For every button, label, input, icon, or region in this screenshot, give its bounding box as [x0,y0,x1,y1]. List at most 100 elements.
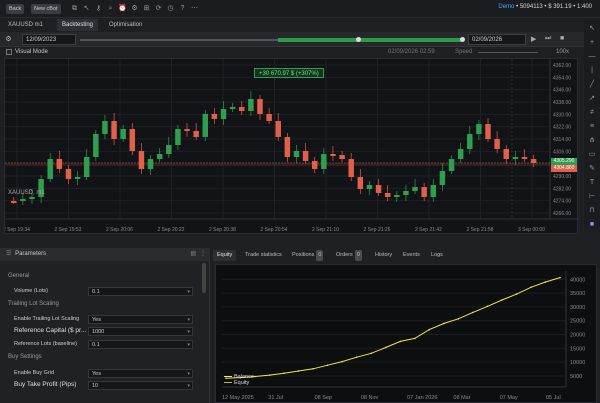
top-toolbar: Back New cBot ⧉ ↖ ⚷ ⌕ ⏰ ⚙ ⊞ ⟳ ◷ ? ⋯ Demo… [0,0,600,18]
tab-logs[interactable]: Logs [427,250,447,261]
pointer-icon[interactable]: ↖ [82,4,91,13]
candle [412,187,418,191]
tab-orders[interactable]: Orders 0 [332,250,366,261]
param-buy-take-profit-input[interactable]: 10 ▾ [88,381,193,390]
candle [83,157,90,177]
zoom-label: 100x [556,49,570,55]
key-icon[interactable]: ⚷ [94,4,103,13]
tab-optimisation[interactable]: Optimisation [104,19,147,31]
candle [530,159,537,163]
section-buy-settings[interactable]: Buy Settings [8,354,42,360]
ruler-icon[interactable]: ⊢ [587,192,597,202]
parameters-icon: ☰ [6,251,12,257]
param-enable-trailing-select[interactable]: Yes ▾ [88,315,193,324]
help-icon[interactable]: ? [178,4,187,13]
rectangle-icon[interactable]: ▭ [587,150,597,160]
hline-icon[interactable]: — [587,52,597,62]
param-volume-input[interactable]: 0.1 ▾ [88,287,193,296]
candle [357,177,364,189]
candle [74,177,81,179]
settings-icon[interactable]: ⚙ [130,4,139,13]
candlestick-chart: 4362.00 4354.00 4346.00 4338.00 4330.00 4322.… [3,59,579,233]
windows-icon[interactable]: ⊞ [142,4,151,13]
channel-icon[interactable]: ≠ [587,108,597,118]
new-cbot-button[interactable]: New cBot [31,4,61,14]
start-date-input[interactable]: 12/09/2023 [22,34,76,45]
pitchfork-icon[interactable]: ⋔ [587,136,597,146]
candle [20,199,26,201]
magnet-icon[interactable]: ⊓ [587,206,597,216]
ray-icon[interactable]: ↗ [587,94,597,104]
fibonacci-icon[interactable]: ≡ [587,122,597,132]
range-handle-start[interactable] [356,37,361,42]
params-menu-icon[interactable]: ⋮ [200,248,206,261]
price-tag-ask: 4304.860 [551,165,577,172]
stop-icon[interactable]: ■ [560,35,564,42]
tab-backtesting[interactable]: Backtesting [57,19,99,31]
step-icon[interactable]: ⏭ [545,35,551,43]
tab-events[interactable]: Events [399,250,424,261]
equity-point [312,367,314,370]
end-date-input[interactable]: 02/09/2026 [468,34,526,45]
y-tick-label: 4362.00 [553,63,571,69]
tab-label: Positions [292,252,315,258]
range-handle-end[interactable] [460,37,465,42]
gear-icon[interactable]: ⚙ [4,35,13,44]
equity-point [457,317,460,320]
x-tick-label: 2 Sep 21:58 [467,227,494,233]
candle [439,171,446,185]
tab-trade-statistics[interactable]: Trade statistics [241,250,286,261]
speed-slider[interactable] [478,52,538,53]
candle [321,154,327,169]
candle [348,159,354,177]
crosshair-icon[interactable]: + [587,38,597,48]
equity-point [283,372,285,374]
visual-mode-checkbox[interactable] [6,49,12,55]
results-panel: Equity Trade statistics Positions 0 Order… [211,248,600,403]
price-chart[interactable]: 4362.00 4354.00 4346.00 4338.00 4330.00 4322.… [3,58,579,234]
equity-point [443,322,445,325]
tab-positions[interactable]: Positions 0 [288,250,327,261]
section-general[interactable]: General [8,273,29,279]
parameters-scrollbar[interactable] [202,263,206,293]
param-reference-lots-input[interactable]: 0.1 ▾ [88,340,193,349]
candle [47,159,53,179]
timer-icon[interactable]: ◷ [166,4,175,13]
equity-chart[interactable]: 5000 10000 15000 20000 25000 30000 35000 40000 1… [215,264,597,403]
tab-symbol[interactable]: XAUUSD m1 [3,19,48,31]
legend: Balance Equity [224,374,254,386]
parameters-header: ☰ Parameters ▤ ⋮ [0,248,210,261]
section-trailing-lot-scaling[interactable]: Trailing Lot Scaling [8,301,59,307]
param-enable-buy-grid-select[interactable]: Yes ▾ [88,369,193,378]
candle [111,121,117,139]
legend-equity: Equity [224,380,254,386]
brush-icon[interactable]: ✎ [587,164,597,174]
equity-point [413,337,416,340]
color-picker-icon[interactable]: ■ [587,220,597,230]
account-info[interactable]: Demo • 5094113 • $ 391.19 • 1:400 [498,4,592,10]
cursor-icon[interactable]: ↖ [587,24,597,34]
tab-equity[interactable]: Equity [213,250,237,261]
vline-icon[interactable]: | [587,66,597,76]
candle [120,129,126,139]
tab-history[interactable]: History [371,250,396,261]
play-icon[interactable]: ▶ [531,35,536,43]
param-reference-capital-input[interactable]: 1000 ▾ [88,327,193,336]
search-icon[interactable]: ⌕ [106,4,115,13]
copy-icon[interactable]: ⧉ [70,4,79,13]
param-label: Reference Lots (baseline) [14,341,77,347]
more-icon[interactable]: ⋯ [190,4,199,13]
candle [175,129,181,145]
candle [293,151,300,157]
refresh-icon[interactable]: ⟳ [154,4,163,13]
param-value: 1000 [92,329,105,335]
trendline-icon[interactable]: ╱ [587,80,597,90]
y-tick-label: 35000 [570,291,585,297]
text-icon[interactable]: T [587,178,597,188]
save-params-icon[interactable]: ▤ [190,248,196,261]
x-tick-label: 05 Jul [546,395,561,401]
equity-point [370,352,373,355]
alarm-icon[interactable]: ⏰ [118,4,127,13]
back-button[interactable]: Back [6,4,25,14]
candle [503,149,509,159]
